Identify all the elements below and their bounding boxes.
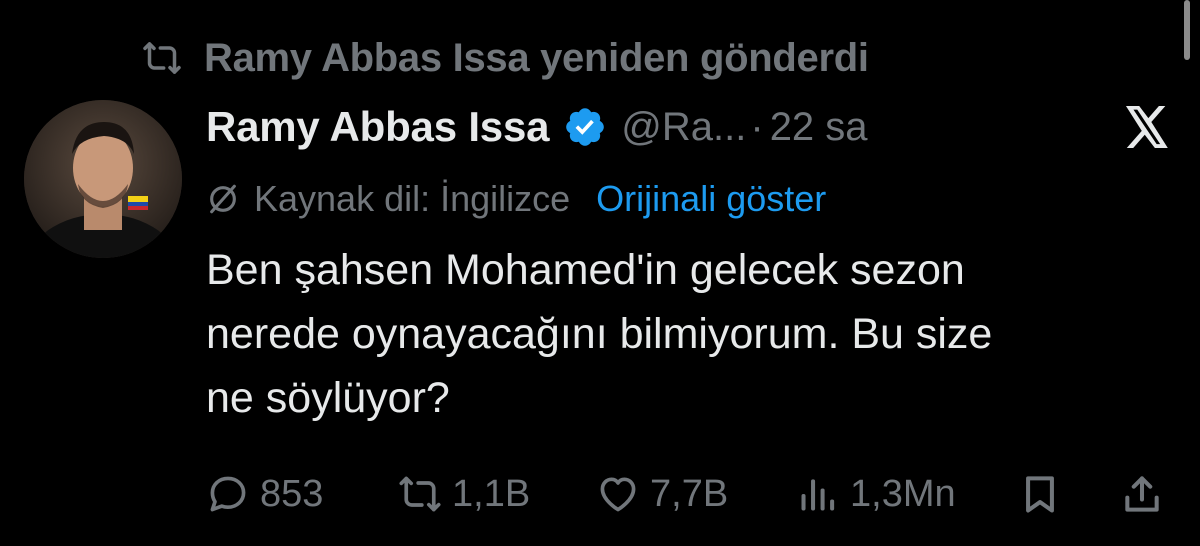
tweet-text-line: Ben şahsen Mohamed'in gelecek sezon — [206, 246, 965, 294]
share-icon — [1125, 476, 1159, 512]
author-handle[interactable]: @Ra... — [621, 105, 746, 150]
views-count: 1,3Mn — [850, 472, 956, 515]
bookmark-button[interactable] — [1018, 466, 1062, 522]
author-name[interactable]: Ramy Abbas Issa — [206, 103, 549, 151]
action-bar: 853 1,1B 7,7B 1,3Mn — [206, 466, 1166, 522]
repost-label: Ramy Abbas Issa yeniden gönderdi — [204, 35, 869, 80]
author-avatar[interactable] — [24, 100, 182, 258]
avatar-photo — [24, 100, 182, 258]
bookmark-icon — [1026, 476, 1054, 513]
source-language-label: Kaynak dil: İngilizce — [254, 178, 571, 219]
time-separator: · — [750, 104, 764, 149]
x-logo-icon[interactable] — [1124, 106, 1170, 148]
verified-badge-icon — [566, 108, 605, 146]
repost-icon — [143, 42, 181, 74]
analytics-icon — [801, 479, 835, 511]
tweet-text-line: nerede oynayacağını bilmiyorum. Bu size — [206, 310, 993, 358]
reply-button[interactable]: 853 — [206, 466, 323, 522]
share-button[interactable] — [1120, 466, 1164, 522]
tweet-text: Ben şahsen Mohamed'in gelecek sezon nere… — [206, 238, 1176, 430]
like-count: 7,7B — [650, 472, 729, 515]
heart-icon — [600, 477, 636, 512]
repost-button[interactable]: 1,1B — [398, 466, 530, 522]
translation-info: Kaynak dil: İngilizce Orijinali göster — [206, 174, 826, 224]
reply-icon — [210, 476, 246, 512]
scrollbar[interactable] — [1184, 0, 1190, 60]
tweet-text-line: ne söylüyor? — [206, 374, 450, 422]
repost-icon — [399, 476, 441, 512]
show-original-link[interactable]: Orijinali göster — [596, 178, 826, 220]
translate-slash-icon — [210, 184, 236, 214]
repost-count: 1,1B — [452, 472, 531, 515]
tweet-header: Ramy Abbas Issa @Ra... · 22 sa — [206, 98, 868, 156]
reply-count: 853 — [260, 472, 324, 515]
repost-indicator[interactable]: Ramy Abbas Issa yeniden gönderdi — [138, 30, 869, 86]
tweet-timestamp[interactable]: 22 sa — [770, 105, 868, 150]
like-button[interactable]: 7,7B — [596, 466, 728, 522]
views-button[interactable]: 1,3Mn — [796, 466, 956, 522]
